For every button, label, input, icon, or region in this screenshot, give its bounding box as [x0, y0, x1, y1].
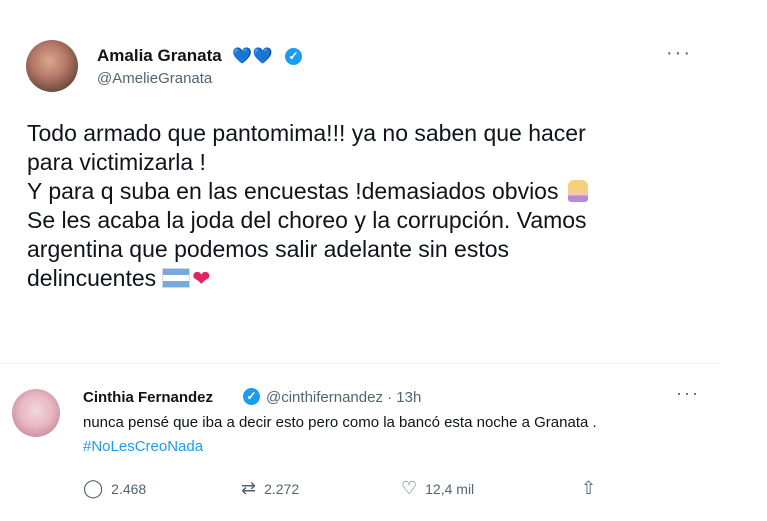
tweet-line-with-emoji: Y para q suba en las encuestas !demasiad…	[27, 177, 707, 206]
reply-button[interactable]: ◯ 2.468	[83, 478, 146, 499]
divider	[0, 363, 720, 364]
tweet-line: delincuentes	[27, 265, 157, 291]
reply-count: 2.468	[111, 480, 147, 497]
author-handle[interactable]: @AmelieGranata	[97, 70, 212, 87]
avatar[interactable]	[12, 389, 60, 437]
tweet-text: Todo armado que pantomima!!! ya no saben…	[27, 119, 707, 293]
like-count: 12,4 mil	[425, 480, 475, 497]
heart-icon: ♡	[401, 478, 418, 498]
hashtag-link[interactable]: #NoLesCreoNada	[83, 438, 203, 455]
retweet-button[interactable]: ⇄ 2.272	[241, 478, 299, 499]
tweet-amalia[interactable]: Amalia Granata 💙💙 ✓ @AmelieGranata ··· T…	[0, 0, 720, 360]
verified-badge-icon: ✓	[285, 48, 302, 65]
more-options-icon[interactable]: ···	[666, 42, 692, 65]
tweet-line: Y para q suba en las encuestas !demasiad…	[27, 178, 559, 204]
tweet-text: nunca pensé que iba a decir esto pero co…	[83, 414, 597, 431]
red-heart-icon: ❤	[192, 266, 211, 291]
author-handle-time[interactable]: @cinthifernandez · 13h	[266, 389, 421, 406]
author-name[interactable]: Cinthia Fernandez	[83, 389, 213, 406]
tweet-line: Todo armado que pantomima!!! ya no saben…	[27, 120, 586, 146]
retweet-count: 2.272	[264, 480, 300, 497]
tweet-actions: ◯ 2.468 ⇄ 2.272 ♡ 12,4 mil ⇧	[83, 478, 623, 502]
verified-badge-icon: ✓	[243, 388, 260, 405]
blue-hearts-emoji: 💙💙	[232, 48, 274, 65]
share-icon: ⇧	[581, 478, 597, 498]
avatar[interactable]	[26, 40, 78, 92]
argentina-flag-icon	[162, 268, 191, 288]
tweet-line-with-emoji: delincuentes ❤	[27, 264, 707, 293]
tweet-line: para victimizarla !	[27, 149, 206, 175]
facepalm-emoji-icon	[568, 180, 589, 202]
reply-icon: ◯	[83, 478, 104, 498]
tweet-line: argentina que podemos salir adelante sin…	[27, 236, 510, 262]
more-options-icon[interactable]: ···	[676, 383, 700, 404]
tweet-cinthia[interactable]: Cinthia Fernandez ✓ @cinthifernandez · 1…	[0, 366, 720, 521]
share-button[interactable]: ⇧	[581, 478, 604, 499]
retweet-icon: ⇄	[241, 478, 257, 498]
tweet-line: Se les acaba la joda del choreo y la cor…	[27, 207, 587, 233]
like-button[interactable]: ♡ 12,4 mil	[401, 478, 474, 499]
author-name[interactable]: Amalia Granata	[97, 46, 222, 66]
